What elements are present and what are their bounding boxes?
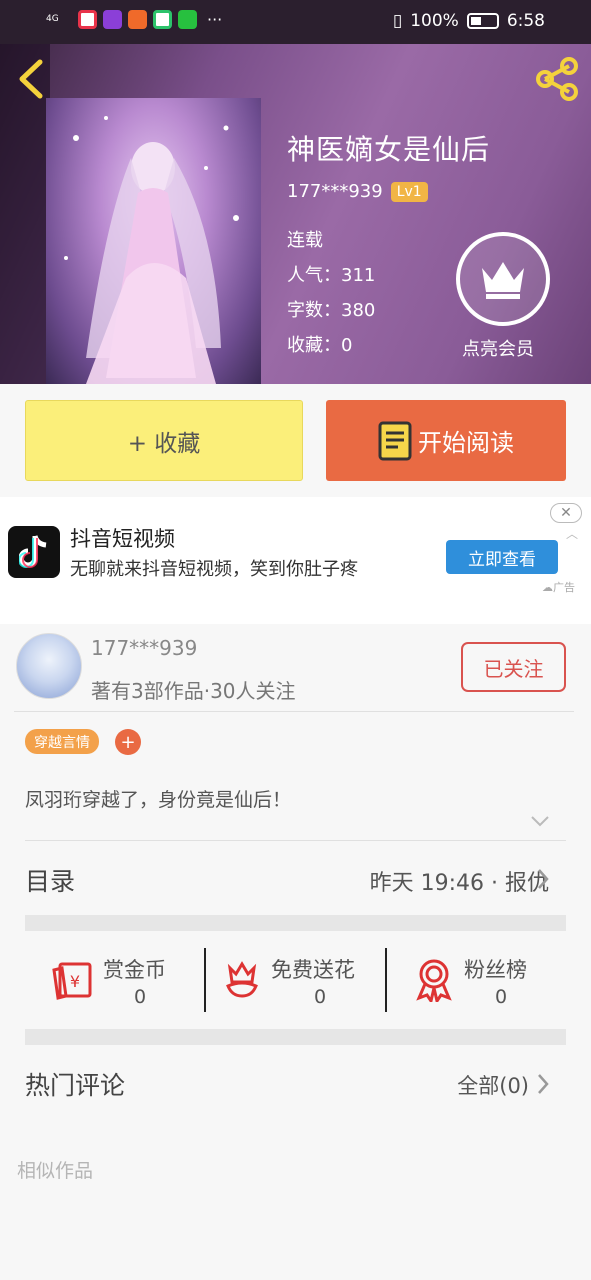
ad-banner[interactable]: 抖音短视频 无聊就来抖音短视频，笑到你肚子疼 立即查看 ✕ ︿ ☁广告 <box>0 497 591 624</box>
app-notification-icon <box>153 10 172 29</box>
reward-label: 粉丝榜 <box>464 958 527 982</box>
back-arrow-icon[interactable] <box>16 58 46 100</box>
reward-value: 0 <box>495 986 508 1008</box>
book-title: 神医嫡女是仙后 <box>287 133 491 166</box>
reward-value: 0 <box>314 986 327 1008</box>
book-favorites: 收藏：0 <box>287 335 353 356</box>
level-badge: Lv1 <box>390 181 428 202</box>
fan-ranking-button[interactable]: 粉丝榜 0 <box>415 950 545 1010</box>
divider <box>204 948 206 1012</box>
app-notification-icon <box>178 10 197 29</box>
book-description: 凤羽珩穿越了，身份竟是仙后！ <box>25 789 292 811</box>
all-comments-link[interactable]: 全部(0) <box>457 1070 529 1100</box>
send-flower-button[interactable]: 免费送花 0 <box>224 950 374 1010</box>
reward-coins-button[interactable]: ¥ 赏金币 0 <box>52 950 182 1010</box>
add-favorite-button[interactable]: + 收藏 <box>25 400 303 481</box>
author-avatar[interactable] <box>16 633 82 699</box>
book-author-row: 177***939 Lv1 <box>287 181 428 202</box>
book-header: 神医嫡女是仙后 177***939 Lv1 连载 人气：311 字数：380 收… <box>0 44 591 384</box>
book-status: 连载 <box>287 230 323 251</box>
battery-percent: 100% <box>410 11 459 31</box>
battery-icon <box>466 13 499 29</box>
medal-icon <box>416 959 452 1002</box>
genre-tag[interactable]: 穿越言情 <box>25 729 99 754</box>
network-indicator: 4G <box>46 14 59 24</box>
toc-label[interactable]: 目录 <box>25 862 75 898</box>
similar-works-label: 相似作品 <box>17 1160 94 1182</box>
chevron-right-icon[interactable] <box>536 1073 550 1095</box>
section-separator <box>25 915 566 931</box>
divider <box>385 948 387 1012</box>
status-right: ▯ 100% 6:58 <box>393 11 545 31</box>
vip-label[interactable]: 点亮会员 <box>462 335 534 361</box>
flower-icon <box>226 961 258 998</box>
divider <box>14 711 574 712</box>
crown-icon <box>482 262 524 299</box>
reward-label: 免费送花 <box>271 958 355 982</box>
author-stats: 著有3部作品·30人关注 <box>91 679 296 703</box>
svg-text:¥: ¥ <box>70 972 80 991</box>
reward-value: 0 <box>134 986 147 1008</box>
author-name[interactable]: 177***939 <box>91 636 197 660</box>
book-author[interactable]: 177***939 <box>287 181 383 202</box>
ad-expand-icon[interactable]: ︿ <box>566 525 578 542</box>
app-notification-icon <box>128 10 147 29</box>
ad-description: 无聊就来抖音短视频，笑到你肚子疼 <box>70 559 358 580</box>
clock: 6:58 <box>506 11 545 31</box>
reward-label: 赏金币 <box>103 958 166 982</box>
add-tag-button[interactable]: + <box>115 729 141 755</box>
latest-chapter[interactable]: 昨天 19:46 · 报仇 <box>370 865 549 897</box>
ad-title: 抖音短视频 <box>70 527 175 551</box>
more-notifications: ··· <box>207 10 223 29</box>
expand-description-icon[interactable] <box>530 814 550 828</box>
chevron-right-icon[interactable] <box>536 868 550 890</box>
start-reading-label: 开始阅读 <box>418 429 514 457</box>
book-popularity: 人气：311 <box>287 265 376 286</box>
section-separator <box>25 1029 566 1045</box>
follow-button[interactable]: 已关注 <box>461 642 566 692</box>
hot-comments-label: 热门评论 <box>25 1071 126 1100</box>
author-info: 177***939 著有3部作品·30人关注 已关注 <box>0 624 591 712</box>
vibrate-icon: ▯ <box>392 11 403 31</box>
status-left: 4G ··· <box>46 10 222 29</box>
app-notification-icon <box>78 10 97 29</box>
red-envelope-icon: ¥ <box>52 962 92 1000</box>
vip-button[interactable] <box>456 232 550 326</box>
divider <box>25 840 566 841</box>
share-icon[interactable] <box>534 56 580 102</box>
book-word-count: 字数：380 <box>287 300 376 321</box>
ad-label: ☁广告 <box>542 581 575 594</box>
ad-view-button[interactable]: 立即查看 <box>446 540 558 574</box>
app-notification-icon <box>103 10 122 29</box>
ad-close-icon[interactable]: ✕ <box>550 503 582 523</box>
book-icon <box>378 421 412 460</box>
action-bar: + 收藏 开始阅读 <box>0 384 591 497</box>
start-reading-button[interactable]: 开始阅读 <box>326 400 566 481</box>
tiktok-logo-icon <box>8 526 60 578</box>
status-bar: 4G ··· ▯ 100% 6:58 <box>0 0 591 44</box>
book-cover-image <box>46 98 261 384</box>
